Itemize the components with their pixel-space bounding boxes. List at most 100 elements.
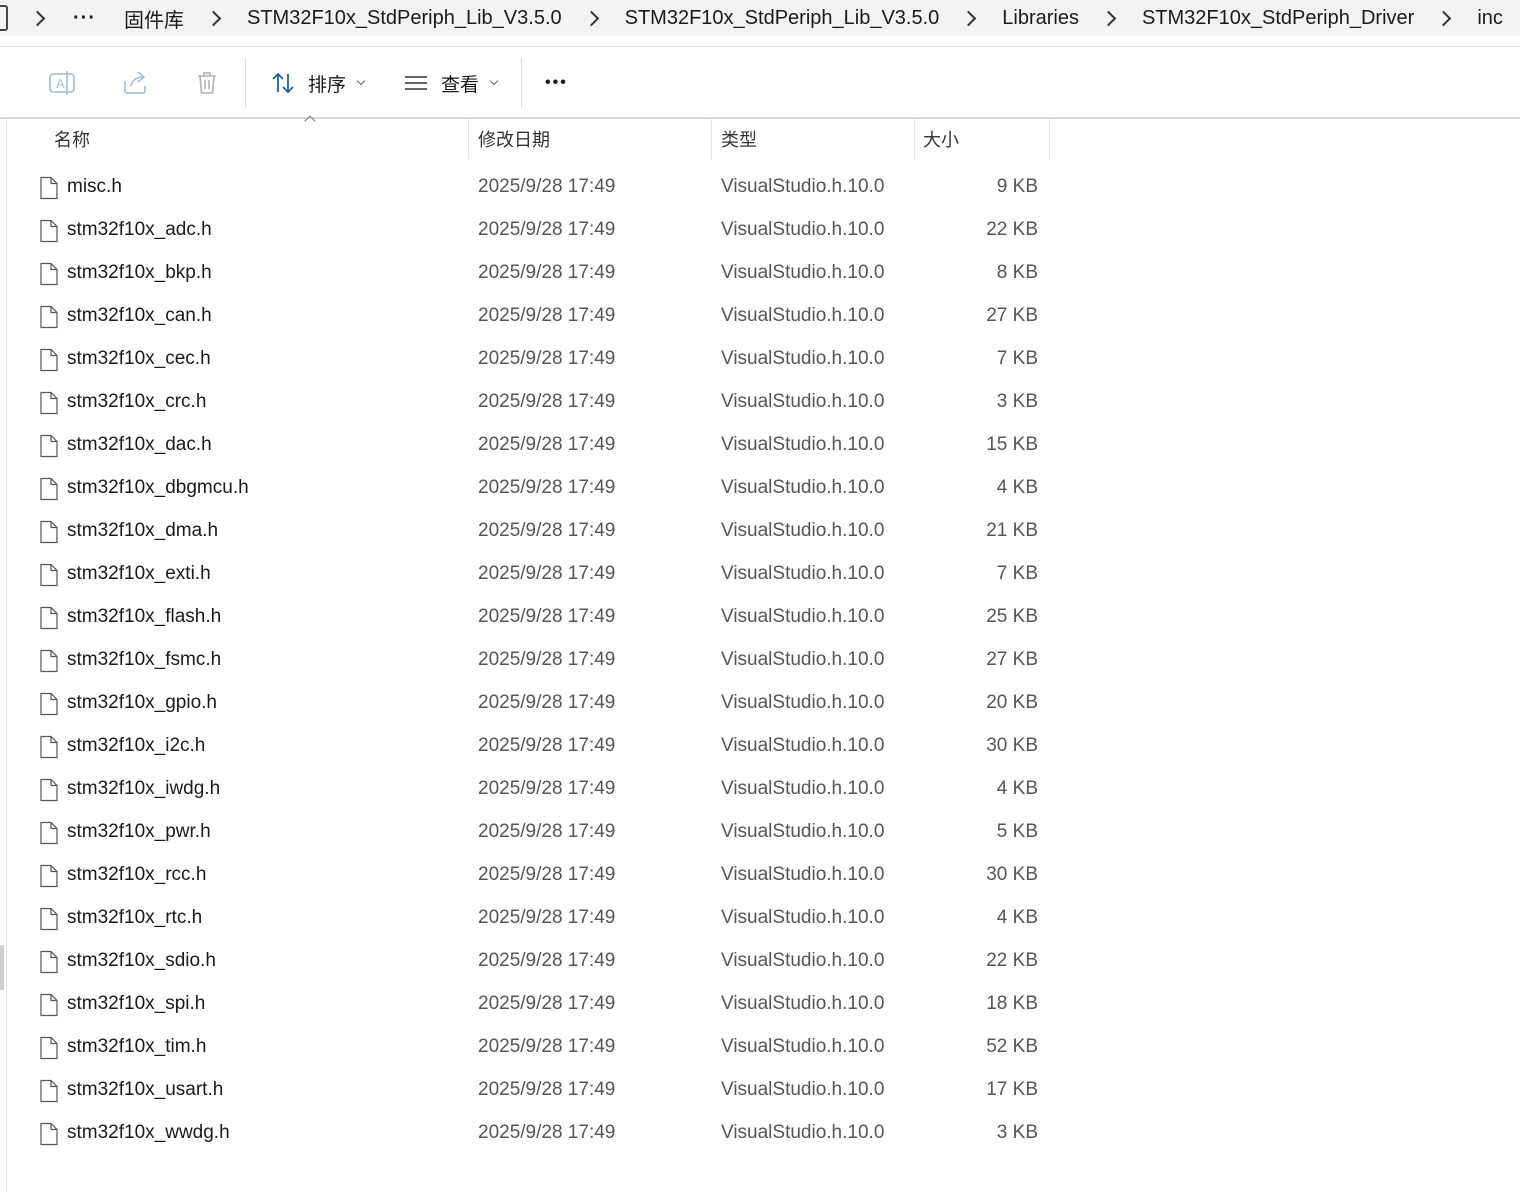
file-row[interactable]: stm32f10x_sdio.h 2025/9/28 17:49 VisualStu…: [0, 940, 1520, 983]
file-name[interactable]: stm32f10x_usart.h: [67, 1079, 223, 1101]
file-name[interactable]: stm32f10x_cec.h: [67, 348, 211, 370]
column-header-name[interactable]: 名称: [54, 115, 464, 159]
file-icon: [39, 391, 59, 421]
file-row[interactable]: stm32f10x_dbgmcu.h 2025/9/28 17:49 VisualS…: [0, 467, 1520, 510]
breadcrumb-item[interactable]: STM32F10x_StdPeriph_Lib_V3.5.0: [625, 7, 940, 30]
file-name[interactable]: stm32f10x_i2c.h: [67, 735, 205, 757]
file-row[interactable]: stm32f10x_i2c.h 2025/9/28 17:49 VisualStud…: [0, 725, 1520, 768]
file-date: 2025/9/28 17:49: [478, 907, 616, 928]
file-name[interactable]: stm32f10x_crc.h: [67, 391, 206, 413]
more-options-button[interactable]: •••: [545, 48, 568, 118]
breadcrumb-item[interactable]: 固件库: [124, 4, 184, 33]
file-size: 17 KB: [986, 1079, 1038, 1100]
file-row[interactable]: stm32f10x_iwdg.h 2025/9/28 17:49 VisualStu…: [0, 768, 1520, 811]
file-type: VisualStudio.h.10.0: [721, 305, 885, 326]
chevron-right-icon[interactable]: [583, 10, 599, 26]
file-name[interactable]: stm32f10x_fsmc.h: [67, 649, 221, 671]
file-name[interactable]: stm32f10x_sdio.h: [67, 950, 216, 972]
file-row[interactable]: stm32f10x_can.h 2025/9/28 17:49 VisualStud…: [0, 295, 1520, 338]
file-icon: [39, 434, 59, 464]
file-name[interactable]: stm32f10x_gpio.h: [67, 692, 217, 714]
file-name[interactable]: misc.h: [67, 176, 122, 198]
file-name[interactable]: stm32f10x_dbgmcu.h: [67, 477, 249, 499]
file-name[interactable]: stm32f10x_dac.h: [67, 434, 212, 456]
chevron-right-icon[interactable]: [960, 10, 977, 26]
file-name[interactable]: stm32f10x_tim.h: [67, 1036, 206, 1058]
file-row[interactable]: stm32f10x_dac.h 2025/9/28 17:49 VisualStud…: [0, 424, 1520, 467]
file-name[interactable]: stm32f10x_adc.h: [67, 219, 212, 241]
file-icon: [39, 176, 59, 206]
file-name[interactable]: stm32f10x_dma.h: [67, 520, 218, 542]
file-name[interactable]: stm32f10x_flash.h: [67, 606, 221, 628]
file-size: 3 KB: [996, 391, 1038, 412]
rename-icon: A: [49, 71, 75, 95]
file-type: VisualStudio.h.10.0: [721, 262, 885, 283]
column-resize-handle[interactable]: [1049, 119, 1050, 159]
file-row[interactable]: stm32f10x_rcc.h 2025/9/28 17:49 VisualStud…: [0, 854, 1520, 897]
file-row[interactable]: stm32f10x_wwdg.h 2025/9/28 17:49 VisualStu…: [0, 1112, 1520, 1155]
breadcrumb-item-current[interactable]: inc: [1477, 7, 1503, 30]
file-row[interactable]: stm32f10x_flash.h 2025/9/28 17:49 VisualSt…: [0, 596, 1520, 639]
sort-button[interactable]: 排序: [270, 48, 366, 118]
column-resize-handle[interactable]: [468, 119, 469, 159]
view-button[interactable]: 查看: [403, 48, 499, 118]
file-name[interactable]: stm32f10x_bkp.h: [67, 262, 212, 284]
divider: [0, 46, 1520, 47]
file-name[interactable]: stm32f10x_wwdg.h: [67, 1122, 230, 1144]
file-row[interactable]: stm32f10x_crc.h 2025/9/28 17:49 VisualStud…: [0, 381, 1520, 424]
file-type: VisualStudio.h.10.0: [721, 606, 885, 627]
chevron-right-icon[interactable]: [205, 10, 222, 26]
file-name[interactable]: stm32f10x_can.h: [67, 305, 212, 327]
file-name[interactable]: stm32f10x_spi.h: [67, 993, 205, 1015]
column-header-name-label: 名称: [54, 130, 90, 150]
file-row[interactable]: stm32f10x_bkp.h 2025/9/28 17:49 VisualStud…: [0, 252, 1520, 295]
file-date: 2025/9/28 17:49: [478, 649, 616, 670]
delete-button[interactable]: [193, 48, 221, 118]
file-row[interactable]: stm32f10x_fsmc.h 2025/9/28 17:49 VisualStu…: [0, 639, 1520, 682]
breadcrumb-overflow-button[interactable]: ···: [73, 7, 96, 30]
share-button[interactable]: [121, 48, 149, 118]
view-label: 查看: [441, 74, 480, 96]
file-row[interactable]: stm32f10x_usart.h 2025/9/28 17:49 VisualSt…: [0, 1069, 1520, 1112]
rename-button[interactable]: A: [48, 48, 76, 118]
file-date: 2025/9/28 17:49: [478, 305, 616, 326]
file-row[interactable]: stm32f10x_dma.h 2025/9/28 17:49 VisualStud…: [0, 510, 1520, 553]
breadcrumb-item[interactable]: STM32F10x_StdPeriph_Lib_V3.5.0: [247, 7, 562, 30]
file-row[interactable]: misc.h 2025/9/28 17:49 VisualStudio.h.10.0…: [0, 166, 1520, 209]
file-type: VisualStudio.h.10.0: [721, 391, 885, 412]
column-resize-handle[interactable]: [914, 119, 915, 159]
file-icon: [39, 219, 59, 249]
file-row[interactable]: stm32f10x_spi.h 2025/9/28 17:49 VisualStud…: [0, 983, 1520, 1026]
column-header-size-label: 大小: [923, 130, 959, 150]
file-icon: [39, 477, 59, 507]
column-header-type[interactable]: 类型: [721, 119, 911, 159]
file-name[interactable]: stm32f10x_rcc.h: [67, 864, 206, 886]
file-row[interactable]: stm32f10x_exti.h 2025/9/28 17:49 VisualStu…: [0, 553, 1520, 596]
file-name[interactable]: stm32f10x_pwr.h: [67, 821, 211, 843]
file-name[interactable]: stm32f10x_rtc.h: [67, 907, 202, 929]
file-size: 5 KB: [996, 821, 1038, 842]
file-row[interactable]: stm32f10x_gpio.h 2025/9/28 17:49 VisualStu…: [0, 682, 1520, 725]
chevron-right-icon[interactable]: [1436, 10, 1452, 26]
column-header-date[interactable]: 修改日期: [478, 119, 708, 159]
file-icon: [39, 305, 59, 335]
file-size: 4 KB: [996, 477, 1038, 498]
file-type: VisualStudio.h.10.0: [721, 864, 885, 885]
breadcrumb-item[interactable]: STM32F10x_StdPeriph_Driver: [1142, 7, 1414, 30]
file-row[interactable]: stm32f10x_adc.h 2025/9/28 17:49 VisualStud…: [0, 209, 1520, 252]
file-row[interactable]: stm32f10x_cec.h 2025/9/28 17:49 VisualStud…: [0, 338, 1520, 381]
column-header-size[interactable]: 大小: [923, 119, 1047, 159]
file-row[interactable]: stm32f10x_pwr.h 2025/9/28 17:49 VisualStud…: [0, 811, 1520, 854]
file-type: VisualStudio.h.10.0: [721, 778, 885, 799]
file-icon: [39, 649, 59, 679]
file-name[interactable]: stm32f10x_iwdg.h: [67, 778, 220, 800]
file-date: 2025/9/28 17:49: [478, 176, 616, 197]
file-date: 2025/9/28 17:49: [478, 1036, 616, 1057]
breadcrumb-item[interactable]: Libraries: [1002, 7, 1079, 30]
file-name[interactable]: stm32f10x_exti.h: [67, 563, 211, 585]
chevron-right-icon[interactable]: [1100, 10, 1117, 26]
file-row[interactable]: stm32f10x_rtc.h 2025/9/28 17:49 VisualStud…: [0, 897, 1520, 940]
column-resize-handle[interactable]: [711, 119, 712, 159]
column-header-type-label: 类型: [721, 130, 757, 150]
file-row[interactable]: stm32f10x_tim.h 2025/9/28 17:49 VisualStud…: [0, 1026, 1520, 1069]
